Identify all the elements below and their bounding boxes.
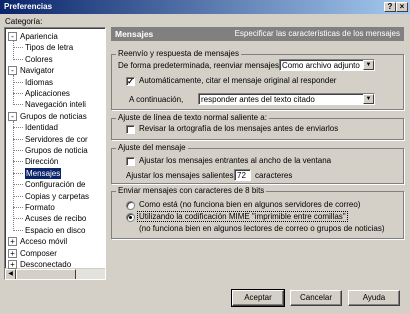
then-label: A continuación,	[129, 95, 184, 104]
cancel-button[interactable]: Cancelar	[290, 290, 342, 306]
tree-item[interactable]: Navigator	[20, 65, 54, 76]
expand-icon[interactable]: +	[8, 260, 17, 269]
reply-forward-title: Reenvío y respuesta de mensajes	[116, 49, 241, 58]
incoming-wrap-checkbox[interactable]	[126, 157, 135, 166]
forward-select[interactable]: Como archivo adjunto ▼	[279, 59, 375, 71]
tree-item[interactable]: Dirección	[25, 156, 58, 167]
title-bar: Preferencias ? ×	[0, 0, 410, 14]
incoming-wrap-label: Ajustar los mensajes entrantes al ancho …	[139, 156, 332, 165]
reply-forward-group: Reenvío y respuesta de mensajes De forma…	[111, 49, 404, 110]
expand-icon[interactable]: +	[8, 237, 17, 247]
scroll-left-icon[interactable]: ◀	[5, 269, 16, 279]
section-title: Mensajes	[115, 29, 154, 39]
tree-connector	[13, 150, 23, 151]
chevron-down-icon[interactable]: ▼	[363, 60, 374, 70]
outgoing-wrap-input[interactable]: 72	[234, 169, 251, 181]
wrap-title: Ajuste de línea de texto normal saliente…	[116, 113, 269, 122]
mime-radio[interactable]	[126, 213, 135, 222]
mime-label: Utilizando la codificación MIME "imprimi…	[137, 211, 348, 222]
tree-connector	[13, 47, 23, 49]
tree-connector	[13, 120, 14, 231]
message-wrap-title: Ajuste del mensaje	[116, 143, 188, 152]
window-title: Preferencias	[4, 2, 53, 11]
eightbit-group: Enviar mensajes con caracteres de 8 bits…	[111, 186, 404, 239]
message-wrap-group: Ajuste del mensaje Ajustar los mensajes …	[111, 143, 404, 184]
asis-radio[interactable]	[126, 201, 135, 210]
spell-checkbox[interactable]	[126, 125, 135, 134]
ok-button[interactable]: Aceptar	[231, 289, 285, 307]
forward-label: De forma predeterminada, reenviar mensaj…	[118, 61, 282, 70]
tree-item[interactable]: Servidores de cor	[25, 134, 88, 145]
tree-item[interactable]: Colores	[25, 54, 53, 65]
tree-item[interactable]: Navegación inteli	[25, 99, 86, 110]
tree-connector	[13, 184, 23, 186]
tree-item[interactable]: Tipos de letra	[25, 42, 73, 53]
tree-connector	[13, 161, 23, 163]
outgoing-wrap-label: Ajustar los mensajes salientes a	[126, 171, 241, 180]
tree-item[interactable]: Desconectado	[20, 259, 71, 270]
help-icon[interactable]: ?	[384, 2, 396, 12]
help-button[interactable]: Ayuda	[348, 290, 400, 306]
tree-connector	[13, 41, 14, 60]
tree-connector	[13, 93, 23, 94]
categories-label: Categoría:	[5, 17, 43, 26]
tree-connector	[13, 81, 23, 83]
expand-icon[interactable]: +	[8, 248, 17, 258]
tree-item[interactable]: Copias y carpetas	[25, 191, 89, 202]
tree-connector	[13, 229, 23, 231]
mime-note: (no funciona bien en algunos lectores de…	[139, 224, 385, 233]
quote-label: Automáticamente, citar el mensaje origin…	[139, 76, 337, 85]
tree-item[interactable]: Grupos de noticia	[25, 145, 88, 156]
tree-item[interactable]: Acceso móvil	[20, 236, 67, 247]
eightbit-title: Enviar mensajes con caracteres de 8 bits	[116, 186, 267, 195]
tree-item[interactable]: Identidad	[25, 122, 58, 133]
spell-label: Revisar la ortografía de los mensajes an…	[139, 124, 339, 133]
wrap-group: Ajuste de línea de texto normal saliente…	[111, 113, 404, 140]
collapse-icon[interactable]: -	[8, 66, 17, 76]
tree-connector	[13, 218, 23, 220]
then-select[interactable]: responder antes del texto citado ▼	[198, 93, 375, 105]
scroll-thumb[interactable]	[16, 269, 76, 279]
tree-connector	[13, 207, 23, 208]
tree-item[interactable]: Acuses de recibo	[25, 213, 86, 224]
chars-label: caracteres	[255, 171, 293, 180]
section-subtitle: Especificar las características de los m…	[234, 29, 400, 38]
tree-connector	[13, 104, 23, 106]
tree-connector	[13, 75, 14, 106]
chevron-down-icon[interactable]: ▼	[363, 94, 374, 104]
category-tree[interactable]: ◀ - Apariencia Tipos de letra Colores - Navig…	[4, 27, 106, 280]
quote-checkbox[interactable]: ✓	[126, 77, 135, 86]
then-value: responder antes del texto citado	[201, 95, 315, 104]
collapse-icon[interactable]: -	[8, 111, 17, 121]
tree-item[interactable]: Composer	[20, 248, 57, 259]
tree-connector	[13, 195, 23, 197]
tree-item[interactable]: Mensajes	[25, 167, 62, 179]
tree-connector	[13, 172, 23, 174]
close-icon[interactable]: ×	[396, 2, 408, 12]
tree-item[interactable]: Formato	[25, 202, 55, 213]
tree-connector	[13, 138, 23, 140]
tree-item[interactable]: Aplicaciones	[25, 88, 70, 99]
tree-item[interactable]: Grupos de noticias	[20, 111, 87, 122]
tree-item[interactable]: Apariencia	[20, 31, 58, 42]
section-header: Mensajes Especificar las características…	[111, 27, 404, 41]
tree-item[interactable]: Configuración de	[25, 179, 85, 190]
tree-connector	[13, 127, 23, 129]
collapse-icon[interactable]: -	[8, 32, 17, 41]
forward-value: Como archivo adjunto	[282, 61, 360, 70]
asis-label: Como está (no funciona bien en algunos s…	[139, 200, 361, 209]
tree-item[interactable]: Espacio en disco	[25, 225, 85, 236]
tree-item[interactable]: Idiomas	[25, 77, 53, 88]
tree-connector	[13, 58, 23, 60]
